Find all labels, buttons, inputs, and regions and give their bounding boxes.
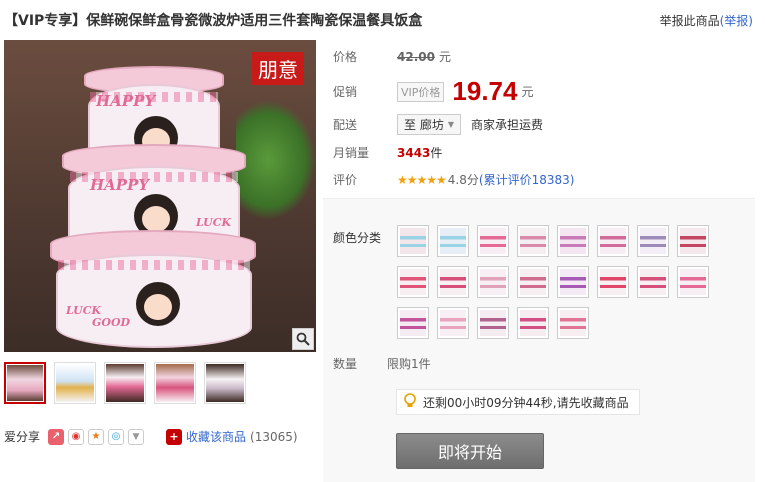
price-unit: 元 <box>438 50 451 64</box>
report-product[interactable]: 举报此商品(举报) <box>660 12 753 29</box>
weibo-icon[interactable]: ◉ <box>68 428 85 445</box>
color-swatch[interactable] <box>597 266 629 298</box>
monthly-sales: 3443 <box>397 145 431 160</box>
rating-label: 评价 <box>333 173 358 187</box>
color-swatch[interactable] <box>477 266 509 298</box>
brand-tag: 朋意 <box>252 52 304 85</box>
thumbnail-strip <box>4 362 246 404</box>
girl-illustration-3 <box>136 282 180 326</box>
sales-label: 月销量 <box>333 146 370 160</box>
favorite-link[interactable]: 收藏该商品 <box>186 428 246 445</box>
qzone-icon[interactable]: ★ <box>88 428 105 445</box>
color-swatch[interactable] <box>437 225 469 257</box>
shipping-note: 商家承担运费 <box>470 118 543 132</box>
sales-unit: 件 <box>430 146 443 160</box>
promo-price: 19.74 <box>452 76 518 106</box>
thumbnail[interactable] <box>104 362 146 404</box>
color-swatch[interactable] <box>557 307 589 339</box>
review-count-link[interactable]: (累计评价18383) <box>479 171 575 188</box>
thumbnail[interactable] <box>154 362 196 404</box>
favorite-product[interactable]: + 收藏该商品 (13065) <box>166 428 298 445</box>
coming-soon-button[interactable]: 即将开始 <box>396 433 544 469</box>
bowl-label-happy-2: HAPPY <box>90 176 150 194</box>
color-swatch[interactable] <box>517 266 549 298</box>
bowl-label-luck: LUCK <box>196 216 232 229</box>
color-category-label: 颜色分类 <box>333 231 382 245</box>
color-swatch[interactable] <box>477 307 509 339</box>
color-swatch[interactable] <box>637 266 669 298</box>
shipping-destination-select[interactable]: 至 廊坊 ▼ <box>397 114 461 135</box>
color-swatch[interactable] <box>517 225 549 257</box>
promo-row: 促销 VIP价格 19.74 元 <box>333 76 534 107</box>
color-swatch[interactable] <box>637 225 669 257</box>
color-swatch[interactable] <box>397 266 429 298</box>
shipping-destination: 至 廊坊 <box>404 118 444 132</box>
countdown-text: 还剩00小时09分钟44秒,请先收藏商品 <box>423 395 629 410</box>
shipping-row: 配送 至 廊坊 ▼ 商家承担运费 <box>333 114 543 135</box>
purchase-limit: 限购1件 <box>387 357 431 371</box>
quantity-label: 数量 <box>333 357 358 371</box>
color-swatch[interactable] <box>437 266 469 298</box>
color-swatch[interactable] <box>597 225 629 257</box>
price-label: 价格 <box>333 50 358 64</box>
color-swatch-grid <box>397 225 709 339</box>
thumbnail[interactable] <box>4 362 46 404</box>
color-swatch[interactable] <box>397 307 429 339</box>
sales-row: 月销量 3443 件 <box>333 144 442 161</box>
report-text[interactable]: 举报此商品 <box>660 14 720 28</box>
color-swatch[interactable] <box>557 266 589 298</box>
chevron-down-icon[interactable]: ▼ <box>128 428 145 445</box>
main-product-image[interactable]: 朋意 HAPPY HAPPY LUCK LUCK GOOD <box>4 40 316 352</box>
countdown-notice: 还剩00小时09分钟44秒,请先收藏商品 <box>396 389 640 415</box>
color-swatch[interactable] <box>557 225 589 257</box>
zoom-icon[interactable] <box>292 328 314 350</box>
thumbnail[interactable] <box>204 362 246 404</box>
rating-row: 评价 ★★★★★ 4.8分 (累计评价18383) <box>333 171 574 188</box>
rating-score: 4.8分 <box>447 173 479 187</box>
share-icon[interactable]: ↗ <box>48 428 65 445</box>
color-swatch[interactable] <box>677 225 709 257</box>
lightbulb-icon <box>403 392 417 412</box>
rating-stars-icon: ★★★★★ <box>397 172 447 187</box>
color-swatch[interactable] <box>517 307 549 339</box>
color-swatch[interactable] <box>437 307 469 339</box>
bowl-large: LUCK GOOD <box>56 254 252 348</box>
color-swatch[interactable] <box>477 225 509 257</box>
favorite-count: (13065) <box>250 429 298 444</box>
purchase-panel: 颜色分类 数量 限购1件 还剩00小时09分钟44秒,请先收藏商品 即将开始 <box>323 198 755 482</box>
report-link[interactable]: (举报) <box>720 14 753 28</box>
promo-unit: 元 <box>521 85 534 99</box>
shipping-label: 配送 <box>333 118 358 132</box>
original-price: 42.00 <box>397 49 435 64</box>
chevron-down-icon: ▼ <box>447 120 454 129</box>
product-title: 【VIP专享】保鲜碗保鲜盒骨瓷微波炉适用三件套陶瓷保温餐具饭盒 <box>4 13 423 29</box>
share-row: 爱分享 ↗ ◉ ★ ◎ ▼ <box>4 428 145 445</box>
plant-decoration <box>236 100 316 220</box>
color-swatch[interactable] <box>677 266 709 298</box>
promo-label: 促销 <box>333 85 358 99</box>
thumbnail[interactable] <box>54 362 96 404</box>
bowl-label-happy: HAPPY <box>96 92 156 110</box>
quantity-row: 数量 限购1件 <box>333 355 431 372</box>
bowl-label-good: GOOD <box>92 316 131 329</box>
wangwang-icon[interactable]: ◎ <box>108 428 125 445</box>
vip-price-tag: VIP价格 <box>397 81 445 102</box>
share-label: 爱分享 <box>4 430 41 444</box>
favorite-icon[interactable]: + <box>166 428 182 445</box>
color-swatch[interactable] <box>397 225 429 257</box>
price-row: 价格 42.00 元 <box>333 48 451 65</box>
